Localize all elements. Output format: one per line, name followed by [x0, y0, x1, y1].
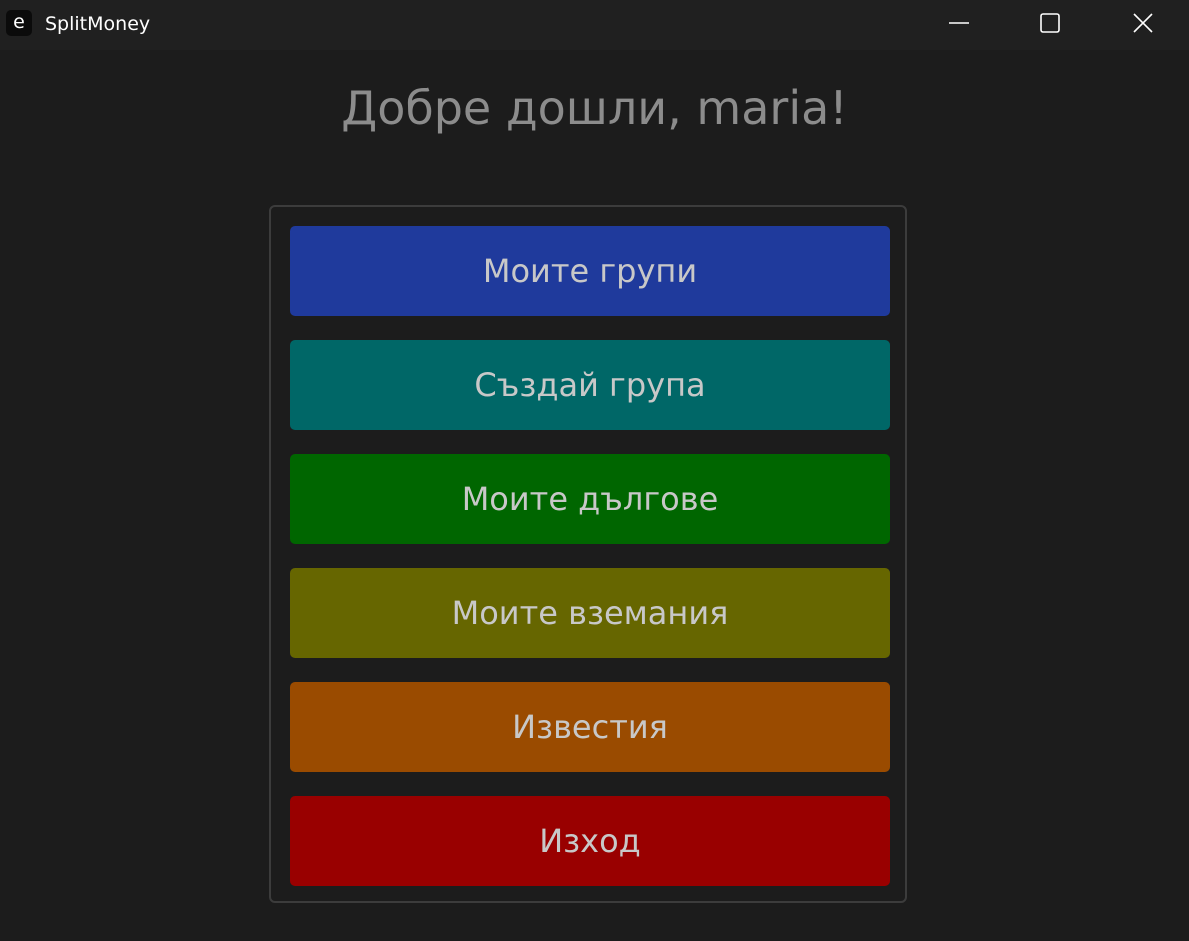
- app-window: e SplitMoney Добре дошли, maria! Моите г…: [0, 0, 1189, 941]
- welcome-heading: Добре дошли, maria!: [341, 81, 848, 135]
- my-groups-button[interactable]: Моите групи: [290, 226, 890, 316]
- maximize-icon: [1040, 13, 1060, 33]
- maximize-button[interactable]: [1027, 0, 1073, 46]
- my-debts-button[interactable]: Моите дългове: [290, 454, 890, 544]
- window-title: SplitMoney: [45, 13, 151, 35]
- minimize-icon: [949, 22, 969, 24]
- close-button[interactable]: [1120, 0, 1166, 46]
- app-icon: e: [6, 10, 32, 36]
- close-icon: [1133, 13, 1153, 33]
- exit-button[interactable]: Изход: [290, 796, 890, 886]
- title-bar[interactable]: e SplitMoney: [0, 0, 1189, 50]
- minimize-button[interactable]: [936, 0, 982, 46]
- my-receivables-button[interactable]: Моите вземания: [290, 568, 890, 658]
- notifications-button[interactable]: Известия: [290, 682, 890, 772]
- create-group-button[interactable]: Създай група: [290, 340, 890, 430]
